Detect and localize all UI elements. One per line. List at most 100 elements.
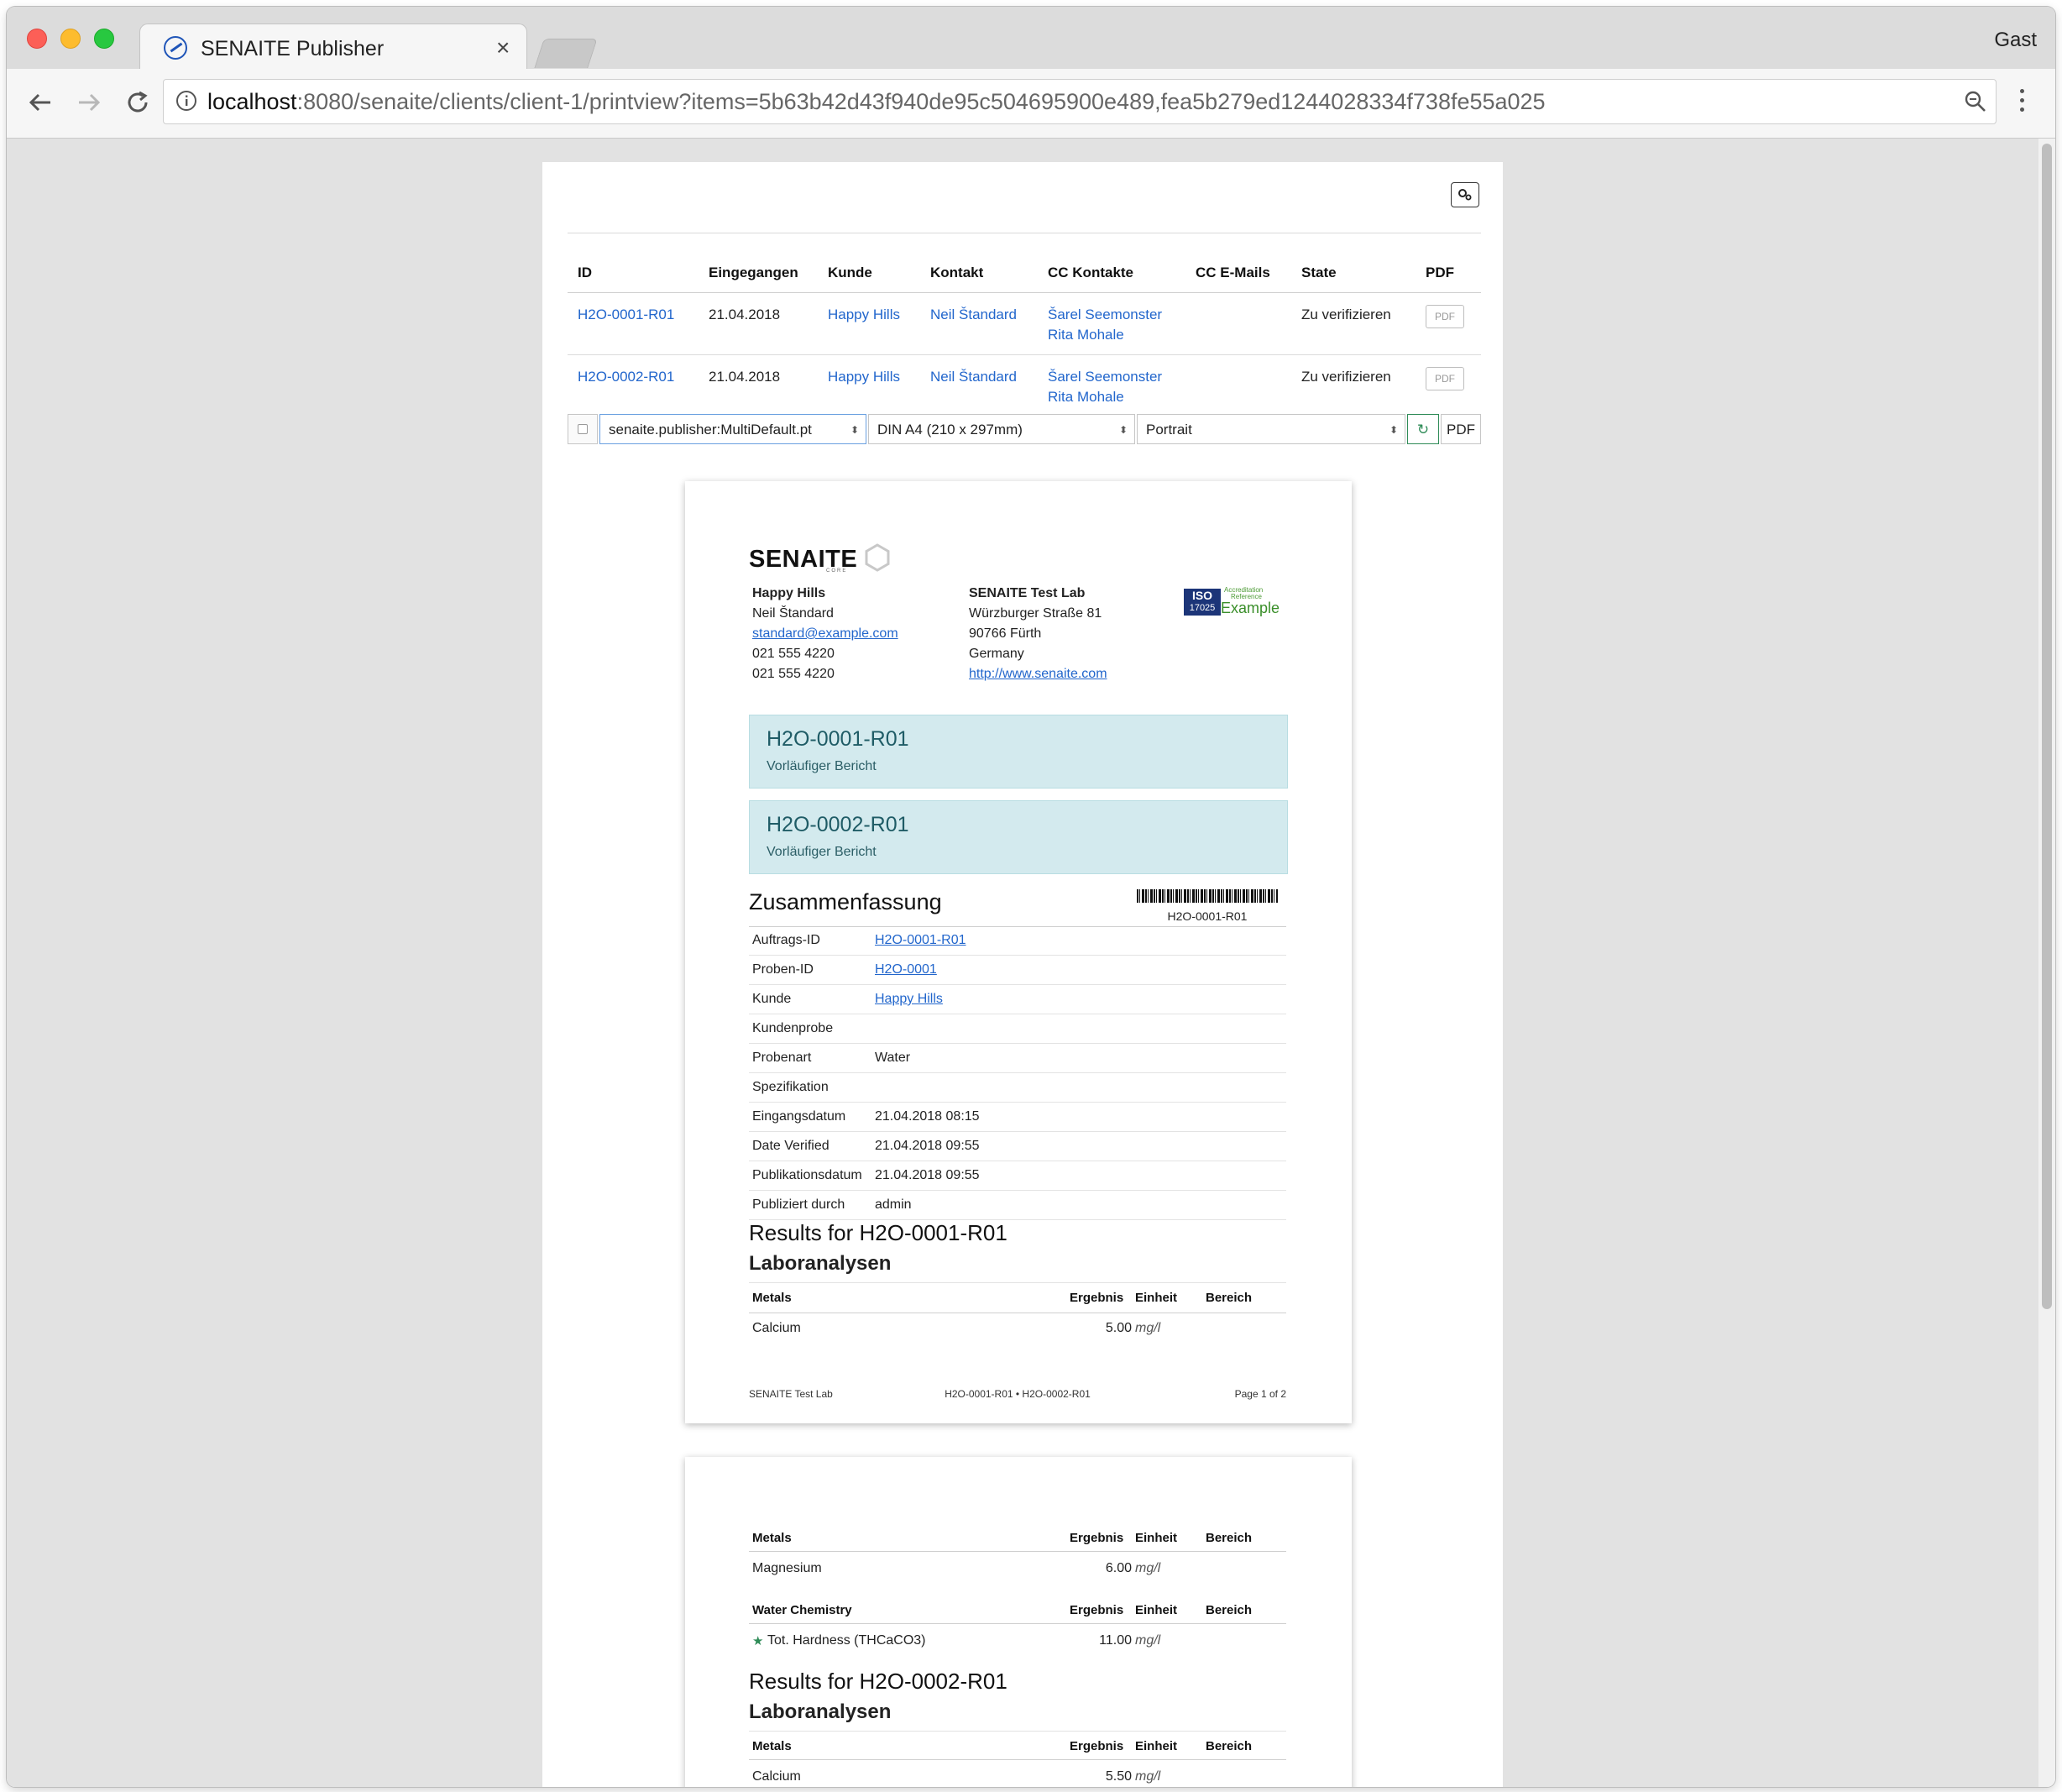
row-cc-contact-link[interactable]: Rita Mohale	[1048, 327, 1124, 343]
orientation-select[interactable]: Portrait ⬍	[1137, 414, 1405, 444]
col-received[interactable]: Eingegangen	[709, 265, 798, 281]
summary-key: Auftrags-ID	[752, 933, 820, 947]
row-pdf-button[interactable]: PDF	[1426, 367, 1464, 390]
sample-band-id: H2O-0002-R01	[767, 813, 909, 836]
results-heading-2: Results for H2O-0002-R01	[749, 1669, 1007, 1694]
refresh-button[interactable]: ↻	[1407, 414, 1439, 444]
paperformat-value: DIN A4 (210 x 297mm)	[877, 422, 1023, 438]
row-received: 21.04.2018	[709, 307, 781, 322]
profile-name[interactable]: Gast	[1994, 29, 2037, 52]
browser-window: SENAITE Publisher × Gast localhost:8080/…	[7, 7, 2055, 1787]
analysis-result: 5.50	[1105, 1769, 1132, 1784]
row-received: 21.04.2018	[709, 369, 781, 385]
barcode-label: H2O-0001-R01	[1167, 909, 1248, 923]
tab-senaite-publisher[interactable]: SENAITE Publisher ×	[139, 24, 527, 71]
tab-bar: SENAITE Publisher × Gast	[7, 7, 2055, 71]
select-arrows-icon: ⬍	[1389, 424, 1398, 436]
summary-value: 21.04.2018 09:55	[875, 1139, 980, 1153]
lab-street: Würzburger Straße 81	[969, 606, 1102, 621]
row-contact-link[interactable]: Neil Štandard	[930, 369, 1017, 385]
select-all-checkbox[interactable]	[568, 414, 598, 444]
info-icon[interactable]	[175, 90, 197, 112]
summary-value-link[interactable]: Happy Hills	[875, 992, 943, 1007]
row-id-link[interactable]: H2O-0001-R01	[578, 307, 674, 323]
vertical-scrollbar[interactable]	[2038, 139, 2055, 1787]
footer-samples: H2O-0001-R01 • H2O-0002-R01	[945, 1388, 1091, 1400]
row-id-link[interactable]: H2O-0002-R01	[578, 369, 674, 385]
lab-city: 90766 Fürth	[969, 626, 1042, 641]
analysis-unit: mg/l	[1135, 1633, 1161, 1648]
new-tab-button[interactable]	[534, 39, 598, 68]
hexagon-logo-icon	[865, 543, 890, 572]
client-address: Happy Hills Neil Štandard standard@examp…	[752, 584, 898, 684]
col-cc-emails[interactable]: CC E-Mails	[1196, 265, 1270, 281]
url-text[interactable]: localhost:8080/senaite/clients/client-1/…	[207, 89, 1546, 115]
report-page-1: SENAITE CORE Happy Hills Neil Štandard s…	[685, 481, 1352, 1423]
analysis-name: Magnesium	[752, 1561, 822, 1575]
results-top-line	[749, 1282, 1286, 1283]
select-arrows-icon: ⬍	[1118, 424, 1128, 436]
summary-key: Eingangsdatum	[752, 1109, 846, 1124]
client-name: Happy Hills	[752, 586, 826, 600]
col-cc-contacts[interactable]: CC Kontakte	[1048, 265, 1133, 281]
items-table: ID Eingegangen Kunde Kontakt CC Kontakte…	[542, 162, 1503, 431]
forward-icon[interactable]	[76, 89, 102, 116]
col-contact[interactable]: Kontakt	[930, 265, 983, 281]
results-group-header: Metals	[752, 1291, 792, 1305]
row-cc-contact-link[interactable]: Šarel Seemonster	[1048, 369, 1162, 385]
back-icon[interactable]	[27, 89, 54, 116]
col-id[interactable]: ID	[578, 265, 592, 281]
results-heading-1: Results for H2O-0001-R01	[749, 1220, 1007, 1245]
client-email-link[interactable]: standard@example.com	[752, 624, 898, 644]
col-range-header: Bereich	[1206, 1531, 1253, 1545]
summary-row: Kunde Happy Hills	[749, 985, 1286, 1014]
results-group-header: Metals	[752, 1531, 792, 1545]
template-select[interactable]: senaite.publisher:MultiDefault.pt ⬍	[599, 414, 866, 444]
row-client-link[interactable]: Happy Hills	[828, 307, 900, 323]
results-top-line	[749, 1731, 1286, 1732]
minimize-window-button[interactable]	[60, 29, 81, 49]
results-header-line	[749, 1623, 1286, 1624]
footer-lab: SENAITE Test Lab	[749, 1388, 833, 1400]
summary-value-link[interactable]: H2O-0001-R01	[875, 933, 966, 948]
col-client[interactable]: Kunde	[828, 265, 872, 281]
row-state: Zu verifizieren	[1301, 369, 1391, 385]
summary-value-link[interactable]: H2O-0001	[875, 962, 937, 977]
summary-row: Publiziert durch admin	[749, 1191, 1286, 1220]
row-pdf-button[interactable]: PDF	[1426, 305, 1464, 328]
row-cc-contact-link[interactable]: Šarel Seemonster	[1048, 307, 1162, 323]
close-tab-icon[interactable]: ×	[496, 34, 510, 61]
summary-row: Spezifikation	[749, 1073, 1286, 1103]
sample-band: H2O-0001-R01 Vorläufiger Bericht	[749, 715, 1288, 789]
row-state: Zu verifizieren	[1301, 307, 1391, 322]
menu-icon[interactable]	[2020, 89, 2025, 116]
summary-key: Probenart	[752, 1051, 812, 1065]
summary-key: Spezifikation	[752, 1080, 829, 1094]
summary-row: Publikationsdatum 21.04.2018 09:55	[749, 1161, 1286, 1191]
sample-band-id: H2O-0001-R01	[767, 727, 909, 751]
summary-value: admin	[875, 1197, 912, 1212]
col-result-header: Ergebnis	[1070, 1531, 1124, 1545]
summary-row: Eingangsdatum 21.04.2018 08:15	[749, 1103, 1286, 1132]
scrollbar-thumb[interactable]	[2042, 144, 2052, 1309]
col-state[interactable]: State	[1301, 265, 1337, 281]
reload-icon[interactable]	[124, 89, 151, 116]
url-path: :8080/senaite/clients/client-1/printview…	[296, 89, 1546, 114]
lab-analyses-heading: Laboranalysen	[749, 1700, 892, 1723]
row-contact-link[interactable]: Neil Štandard	[930, 307, 1017, 323]
analysis-unit: mg/l	[1135, 1769, 1161, 1784]
paperformat-select[interactable]: DIN A4 (210 x 297mm) ⬍	[868, 414, 1135, 444]
address-bar[interactable]: localhost:8080/senaite/clients/client-1/…	[163, 79, 1997, 124]
row-divider	[568, 354, 1481, 355]
close-window-button[interactable]	[27, 29, 47, 49]
generate-pdf-button[interactable]: PDF	[1441, 414, 1481, 444]
row-client-link[interactable]: Happy Hills	[828, 369, 900, 385]
maximize-window-button[interactable]	[94, 29, 114, 49]
row-cc-contact-link[interactable]: Rita Mohale	[1048, 389, 1124, 406]
url-host: localhost	[207, 89, 297, 114]
lab-url-link[interactable]: http://www.senaite.com	[969, 664, 1107, 684]
summary-value: 21.04.2018 08:15	[875, 1109, 980, 1124]
zoom-icon[interactable]	[1964, 90, 1987, 113]
col-pdf[interactable]: PDF	[1426, 265, 1454, 281]
summary-title: Zusammenfassung	[749, 889, 942, 914]
